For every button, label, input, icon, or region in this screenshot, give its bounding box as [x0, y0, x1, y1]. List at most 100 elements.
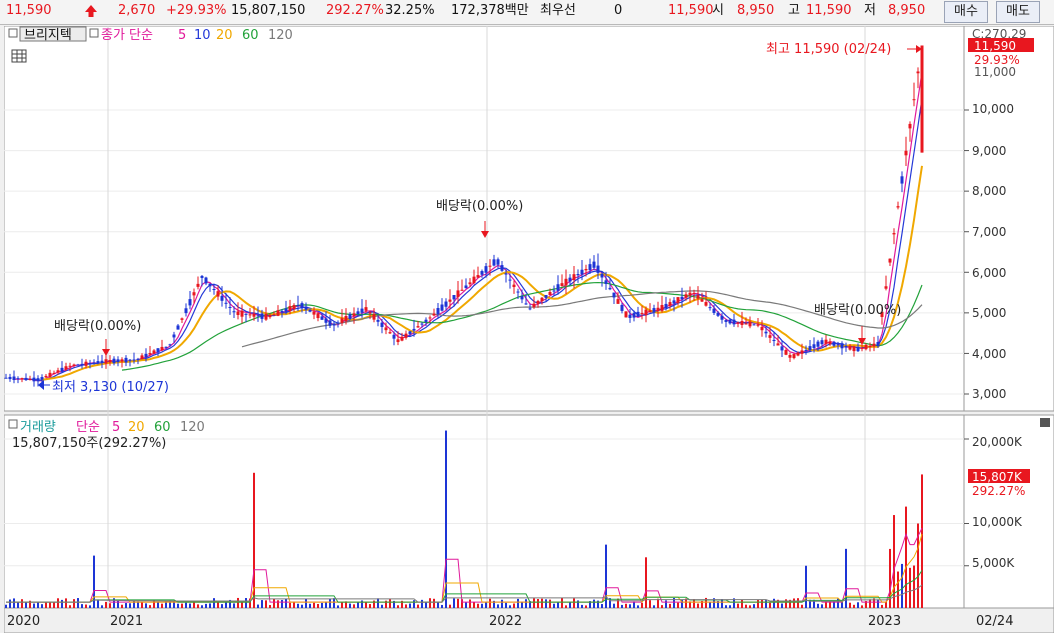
candle-body: [256, 315, 260, 317]
volume-panel-close-icon[interactable]: [1040, 418, 1050, 427]
candle-body: [672, 300, 676, 304]
candle-body: [12, 376, 16, 381]
candle-body: [824, 339, 828, 344]
current-price: 11,590: [6, 3, 52, 19]
volume-ma120-label: 120: [180, 420, 205, 435]
candle-body: [44, 375, 48, 378]
axis-top-partial-2: 11,000: [974, 65, 1016, 79]
candle-body: [76, 364, 80, 366]
volume-bar: [629, 604, 631, 608]
candle-body: [368, 312, 372, 314]
candle-body: [104, 359, 108, 364]
volume-bar: [45, 601, 47, 608]
candle-body: [48, 372, 52, 377]
open-label: 시: [712, 3, 724, 18]
candle-body: [568, 277, 572, 282]
candle-body: [324, 318, 328, 323]
candle-body: [556, 284, 560, 291]
y-tick-8000: 8,000: [972, 184, 1006, 198]
candle-body: [340, 318, 344, 323]
candle-body: [892, 233, 896, 235]
candle-body: [220, 295, 224, 301]
volume-bar: [105, 601, 107, 608]
volume-bar: [457, 598, 459, 608]
candle-body: [896, 206, 900, 208]
candle-body: [252, 313, 256, 317]
high-value: 11,590: [806, 3, 852, 18]
volume-bar: [661, 605, 663, 608]
y-tick-9000: 9,000: [972, 144, 1006, 158]
current-price-tag-text: 11,590: [974, 39, 1016, 53]
volume-bar: [453, 598, 455, 608]
volume-bar: [913, 565, 915, 608]
candle-body: [576, 274, 580, 276]
volume-bar: [641, 602, 643, 608]
sell-button[interactable]: 매도: [996, 1, 1040, 23]
volume-bar: [861, 605, 863, 608]
candle-body: [352, 313, 356, 317]
candle-body: [224, 302, 228, 304]
candle-body: [268, 315, 272, 318]
candle-body: [544, 295, 548, 298]
candle-body: [400, 336, 404, 341]
low-label: 저: [864, 3, 876, 18]
volume-bar: [5, 604, 7, 608]
candle-body: [460, 289, 464, 291]
y-tick-10000: 10,000: [972, 102, 1014, 116]
chart-area[interactable]: 브리지텍 종가 단순 5 10 20 60 120 최고 11,590 (02/…: [4, 26, 1054, 633]
y-tick-4000: 4,000: [972, 347, 1006, 361]
candle-body: [548, 291, 552, 295]
volume-bar: [329, 598, 331, 608]
volume-bar: [477, 603, 479, 608]
volume-bar: [9, 599, 11, 608]
candle-body: [720, 315, 724, 320]
candle-body: [812, 344, 816, 349]
volume-bar: [297, 603, 299, 608]
candle-body: [188, 299, 192, 306]
volume-bar: [621, 604, 623, 608]
candle-body: [164, 346, 168, 348]
volume-bar: [469, 599, 471, 608]
candle-body: [216, 291, 220, 297]
candle-body: [364, 307, 368, 311]
volume-bar: [817, 603, 819, 608]
candle-body: [708, 307, 712, 309]
candle-body: [260, 313, 264, 319]
volume-ma20-label: 20: [128, 420, 145, 435]
volume-bar: [533, 598, 535, 608]
volume-bar: [437, 602, 439, 608]
volume-bar: [549, 599, 551, 608]
volume-bar: [505, 602, 507, 608]
volume-bar: [781, 603, 783, 608]
volume-bar: [869, 599, 871, 608]
x-label-2023: 2023: [868, 614, 901, 629]
volume-bar: [605, 544, 607, 608]
candlestick-chart[interactable]: 브리지텍 종가 단순 5 10 20 60 120 최고 11,590 (02/…: [4, 26, 1054, 633]
candle-body: [376, 319, 380, 322]
buy-button[interactable]: 매수: [944, 1, 988, 23]
candle-body: [620, 304, 624, 311]
candle-body: [920, 45, 924, 153]
volume-bar: [157, 601, 159, 608]
volume-bar: [181, 603, 183, 608]
grid-table-icon[interactable]: [11, 49, 27, 63]
candle-body: [452, 295, 456, 300]
volume-bar: [465, 602, 467, 608]
candle-body: [860, 347, 864, 349]
candle-body: [336, 322, 340, 324]
volume-bar: [793, 598, 795, 608]
candle-body: [432, 313, 436, 316]
volume-bar: [81, 604, 83, 608]
volume-ma60-label: 60: [154, 420, 171, 435]
volume-bar: [853, 604, 855, 608]
volume-bar: [161, 603, 163, 608]
volume-bar: [881, 604, 883, 608]
volume-bar: [57, 598, 59, 608]
candle-body: [648, 310, 652, 313]
candle-body: [536, 300, 540, 304]
volume-tick-5000k: 5,000K: [972, 556, 1015, 570]
candle-body: [440, 304, 444, 311]
candle-body: [476, 275, 480, 278]
candle-body: [704, 302, 708, 306]
volume-bar: [41, 604, 43, 608]
